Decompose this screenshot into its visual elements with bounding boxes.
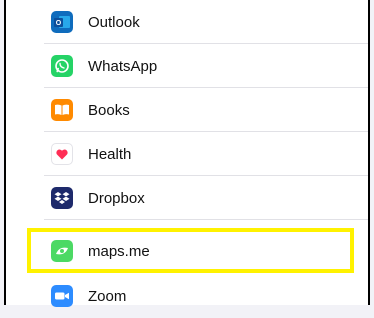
app-label-zoom: Zoom xyxy=(88,287,127,305)
app-label-books: Books xyxy=(88,101,130,119)
health-icon xyxy=(51,143,73,165)
maps-me-icon xyxy=(51,240,73,262)
zoom-icon xyxy=(51,285,73,307)
app-label-health: Health xyxy=(88,145,132,163)
app-row-whatsapp[interactable]: WhatsApp xyxy=(6,44,368,88)
app-row-maps-me[interactable]: maps.me xyxy=(6,229,368,273)
app-label-dropbox: Dropbox xyxy=(88,189,145,207)
app-list-panel: O Outlook WhatsApp Books Health Dropbox … xyxy=(4,0,370,307)
app-row-zoom[interactable]: Zoom xyxy=(6,274,368,318)
app-label-whatsapp: WhatsApp xyxy=(88,57,158,75)
app-row-health[interactable]: Health xyxy=(6,132,368,176)
books-icon xyxy=(51,99,73,121)
app-label-outlook: Outlook xyxy=(88,13,140,31)
app-row-dropbox[interactable]: Dropbox xyxy=(6,176,368,220)
outlook-icon: O xyxy=(51,11,73,33)
whatsapp-icon xyxy=(51,55,73,77)
svg-text:O: O xyxy=(56,20,62,27)
separator xyxy=(44,219,368,220)
app-row-books[interactable]: Books xyxy=(6,88,368,132)
app-row-outlook[interactable]: O Outlook xyxy=(6,0,368,44)
dropbox-icon xyxy=(51,187,73,209)
app-label-maps-me: maps.me xyxy=(88,242,150,260)
